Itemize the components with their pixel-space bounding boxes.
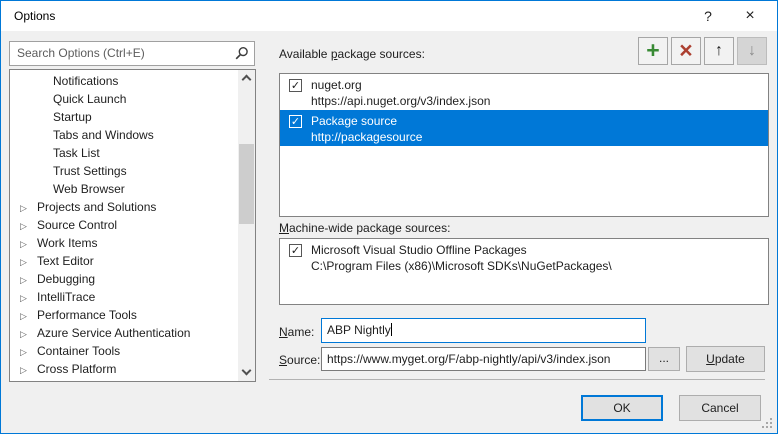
search-icon bbox=[234, 46, 249, 61]
source-url: C:\Program Files (x86)\Microsoft SDKs\Nu… bbox=[311, 258, 612, 274]
search-placeholder: Search Options (Ctrl+E) bbox=[17, 46, 145, 60]
tree-item-work-items[interactable]: ▷Work Items bbox=[10, 234, 255, 252]
tree-item-web-browser[interactable]: Web Browser bbox=[10, 180, 255, 198]
tree-item-database-tools-clipped[interactable]: ▷Database Tools bbox=[10, 378, 255, 382]
down-arrow-icon: ↓ bbox=[748, 42, 756, 59]
source-label: Source: bbox=[279, 353, 320, 367]
move-down-button[interactable]: ↓ bbox=[737, 37, 767, 65]
name-label: Name: bbox=[279, 325, 314, 339]
checkbox-checked[interactable]: ✓ bbox=[289, 79, 302, 92]
tree-item-performance-tools[interactable]: ▷Performance Tools bbox=[10, 306, 255, 324]
scroll-thumb[interactable] bbox=[239, 144, 254, 224]
titlebar: Options ? × bbox=[1, 1, 777, 31]
machine-source-row[interactable]: ✓ Microsoft Visual Studio Offline Packag… bbox=[280, 239, 768, 275]
tree-item-text-editor[interactable]: ▷Text Editor bbox=[10, 252, 255, 270]
browse-button[interactable]: ... bbox=[648, 347, 680, 371]
checkbox-checked[interactable]: ✓ bbox=[289, 115, 302, 128]
machine-sources-label: Machine-wide package sources: bbox=[279, 221, 450, 235]
options-dialog: Options ? × Search Options (Ctrl+E) Noti… bbox=[0, 0, 778, 434]
help-button[interactable]: ? bbox=[691, 1, 725, 31]
chevron-right-icon[interactable]: ▷ bbox=[20, 343, 37, 361]
chevron-right-icon[interactable]: ▷ bbox=[20, 217, 37, 235]
chevron-right-icon[interactable]: ▷ bbox=[20, 199, 37, 217]
tree-item-projects-and-solutions[interactable]: ▷Projects and Solutions bbox=[10, 198, 255, 216]
ok-button[interactable]: OK bbox=[581, 395, 663, 421]
source-input[interactable]: https://www.myget.org/F/abp-nightly/api/… bbox=[321, 347, 646, 371]
package-source-row-package-source[interactable]: ✓ Package source http://packagesource bbox=[280, 110, 768, 146]
chevron-right-icon[interactable]: ▷ bbox=[20, 325, 37, 343]
chevron-right-icon[interactable]: ▷ bbox=[20, 307, 37, 325]
up-arrow-icon: ↑ bbox=[715, 42, 723, 59]
source-url: http://packagesource bbox=[311, 129, 422, 145]
scroll-down-button[interactable] bbox=[238, 364, 255, 381]
name-input[interactable]: ABP Nightly bbox=[321, 318, 646, 343]
tree-item-trust-settings[interactable]: Trust Settings bbox=[10, 162, 255, 180]
checkbox-checked[interactable]: ✓ bbox=[289, 244, 302, 257]
chevron-right-icon[interactable]: ▷ bbox=[20, 253, 37, 271]
x-icon: × bbox=[679, 37, 692, 63]
source-name: Package source bbox=[311, 113, 422, 129]
tree-item-startup[interactable]: Startup bbox=[10, 108, 255, 126]
tree-item-tabs-and-windows[interactable]: Tabs and Windows bbox=[10, 126, 255, 144]
add-source-button[interactable]: + bbox=[638, 37, 668, 65]
tree-item-notifications[interactable]: Notifications bbox=[10, 72, 255, 90]
source-name: Microsoft Visual Studio Offline Packages bbox=[311, 242, 612, 258]
resize-grip[interactable] bbox=[770, 426, 772, 428]
update-button[interactable]: Update bbox=[686, 346, 765, 372]
chevron-down-icon bbox=[242, 366, 252, 376]
chevron-right-icon[interactable]: ▷ bbox=[20, 379, 37, 382]
chevron-right-icon[interactable]: ▷ bbox=[20, 289, 37, 307]
close-button[interactable]: × bbox=[733, 1, 767, 31]
tree-item-task-list[interactable]: Task List bbox=[10, 144, 255, 162]
package-source-row-nuget[interactable]: ✓ nuget.org https://api.nuget.org/v3/ind… bbox=[280, 74, 768, 110]
tree-scrollbar[interactable] bbox=[238, 70, 255, 381]
tree-item-intellitrace[interactable]: ▷IntelliTrace bbox=[10, 288, 255, 306]
window-title: Options bbox=[14, 9, 55, 23]
plus-icon: + bbox=[646, 37, 659, 63]
tree-item-quick-launch[interactable]: Quick Launch bbox=[10, 90, 255, 108]
tree-item-cross-platform[interactable]: ▷Cross Platform bbox=[10, 360, 255, 378]
separator bbox=[269, 379, 765, 380]
tree-item-debugging[interactable]: ▷Debugging bbox=[10, 270, 255, 288]
move-up-button[interactable]: ↑ bbox=[704, 37, 734, 65]
package-sources-list: ✓ nuget.org https://api.nuget.org/v3/ind… bbox=[279, 73, 769, 217]
machine-sources-list: ✓ Microsoft Visual Studio Offline Packag… bbox=[279, 238, 769, 305]
options-tree: Notifications Quick Launch Startup Tabs … bbox=[9, 69, 256, 382]
remove-source-button[interactable]: × bbox=[671, 37, 701, 65]
chevron-up-icon bbox=[242, 75, 252, 85]
tree-item-container-tools[interactable]: ▷Container Tools bbox=[10, 342, 255, 360]
tree-item-source-control[interactable]: ▷Source Control bbox=[10, 216, 255, 234]
source-url: https://api.nuget.org/v3/index.json bbox=[311, 93, 490, 109]
chevron-right-icon[interactable]: ▷ bbox=[20, 361, 37, 379]
cancel-button[interactable]: Cancel bbox=[679, 395, 761, 421]
available-sources-label: Available package sources: bbox=[279, 47, 425, 61]
text-caret bbox=[391, 323, 392, 336]
source-name: nuget.org bbox=[311, 77, 490, 93]
tree-item-azure-service-authentication[interactable]: ▷Azure Service Authentication bbox=[10, 324, 255, 342]
chevron-right-icon[interactable]: ▷ bbox=[20, 271, 37, 289]
chevron-right-icon[interactable]: ▷ bbox=[20, 235, 37, 253]
search-input[interactable]: Search Options (Ctrl+E) bbox=[9, 41, 255, 66]
scroll-up-button[interactable] bbox=[238, 70, 255, 87]
